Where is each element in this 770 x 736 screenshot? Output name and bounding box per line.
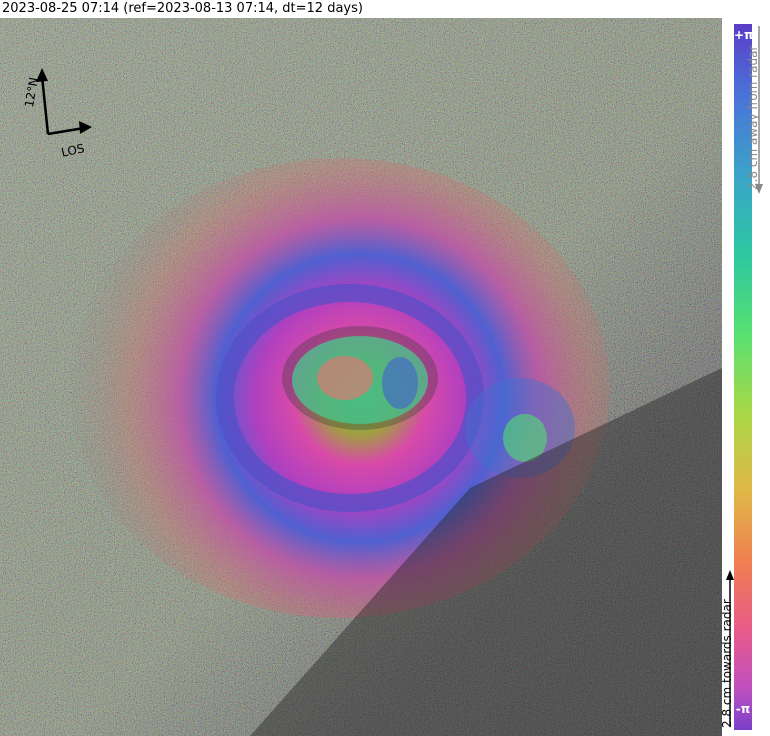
- interferogram-image: [0, 18, 722, 736]
- interferogram-map: 12°N LOS: [0, 18, 722, 736]
- towards-radar-label: 2.8 cm towards radar: [720, 599, 734, 728]
- title-bar: 2023-08-25 07:14 (ref=2023-08-13 07:14, …: [0, 0, 770, 18]
- orientation-indicator: 12°N LOS: [14, 66, 104, 166]
- acquisition-title: 2023-08-25 07:14 (ref=2023-08-13 07:14, …: [2, 1, 363, 16]
- interferogram-viewer: 2023-08-25 07:14 (ref=2023-08-13 07:14, …: [0, 0, 770, 736]
- away-from-radar-label: 2.8 cm away from radar: [746, 45, 760, 190]
